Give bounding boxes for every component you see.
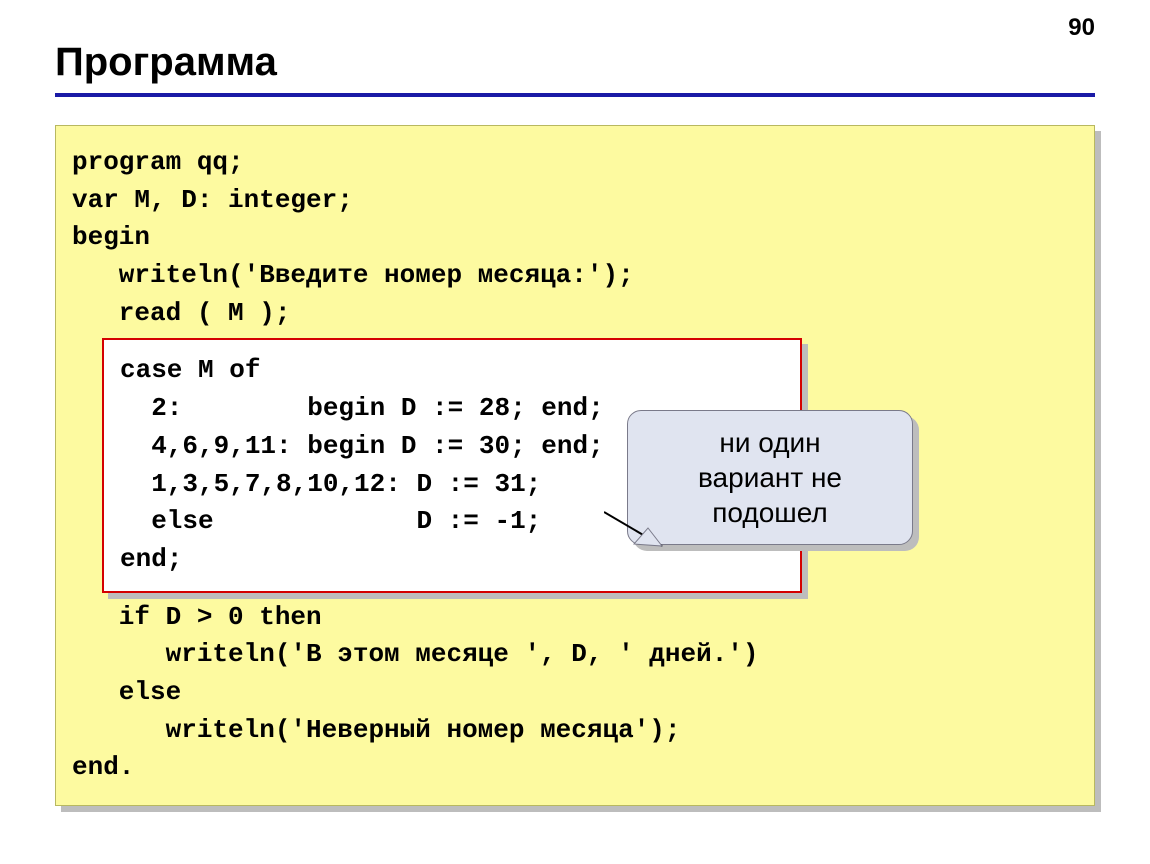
callout-pointer-icon bbox=[604, 508, 664, 548]
code-before: program qq; var M, D: integer; begin wri… bbox=[72, 144, 1078, 332]
code-container: program qq; var M, D: integer; begin wri… bbox=[55, 125, 1095, 806]
slide: 90 Программа program qq; var M, D: integ… bbox=[0, 0, 1150, 864]
highlight-wrap: case M of 2: begin D := 28; end; 4,6,9,1… bbox=[102, 338, 1078, 592]
code-after: if D > 0 then writeln('В этом месяце ', … bbox=[72, 599, 1078, 787]
title-underline bbox=[55, 93, 1095, 97]
page-number: 90 bbox=[1068, 14, 1095, 42]
callout-bubble: ни один вариант не подошел bbox=[627, 410, 913, 545]
callout-text: ни один вариант не подошел bbox=[698, 427, 842, 528]
slide-title: Программа bbox=[55, 40, 1095, 85]
